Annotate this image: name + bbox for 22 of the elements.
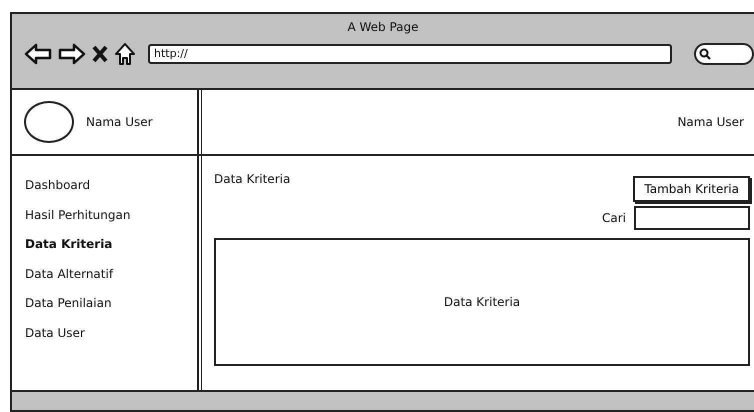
close-icon[interactable] — [92, 45, 108, 63]
user-name: Nama User — [86, 114, 153, 131]
search-icon — [699, 48, 711, 60]
search-field[interactable] — [694, 43, 754, 65]
back-icon[interactable] — [24, 43, 52, 65]
sidebar-item[interactable]: Data User — [25, 326, 85, 340]
address-field[interactable]: http:// — [148, 44, 672, 64]
sidebar-item[interactable]: Hasil Perhitungan — [25, 208, 130, 222]
search-label: Cari — [602, 210, 626, 227]
avatar-circle — [24, 101, 74, 143]
home-icon[interactable] — [114, 42, 136, 66]
sidebar-item[interactable]: Data Penilaian — [25, 296, 112, 310]
search-field[interactable] — [634, 206, 750, 230]
window-title: A Web Page — [347, 19, 419, 36]
page-title: Data Kriteria — [214, 171, 290, 188]
user-name: Nama User — [677, 114, 744, 131]
sidebar-item[interactable]: Dashboard — [25, 178, 90, 192]
add-button[interactable]: Tambah Kriteria — [633, 176, 750, 202]
forward-icon[interactable] — [58, 43, 86, 65]
sidebar-item[interactable]: Data Kriteria — [25, 237, 112, 251]
panel-text: Data Kriteria — [444, 294, 520, 311]
sidebar-item[interactable]: Data Alternatif — [25, 266, 114, 280]
